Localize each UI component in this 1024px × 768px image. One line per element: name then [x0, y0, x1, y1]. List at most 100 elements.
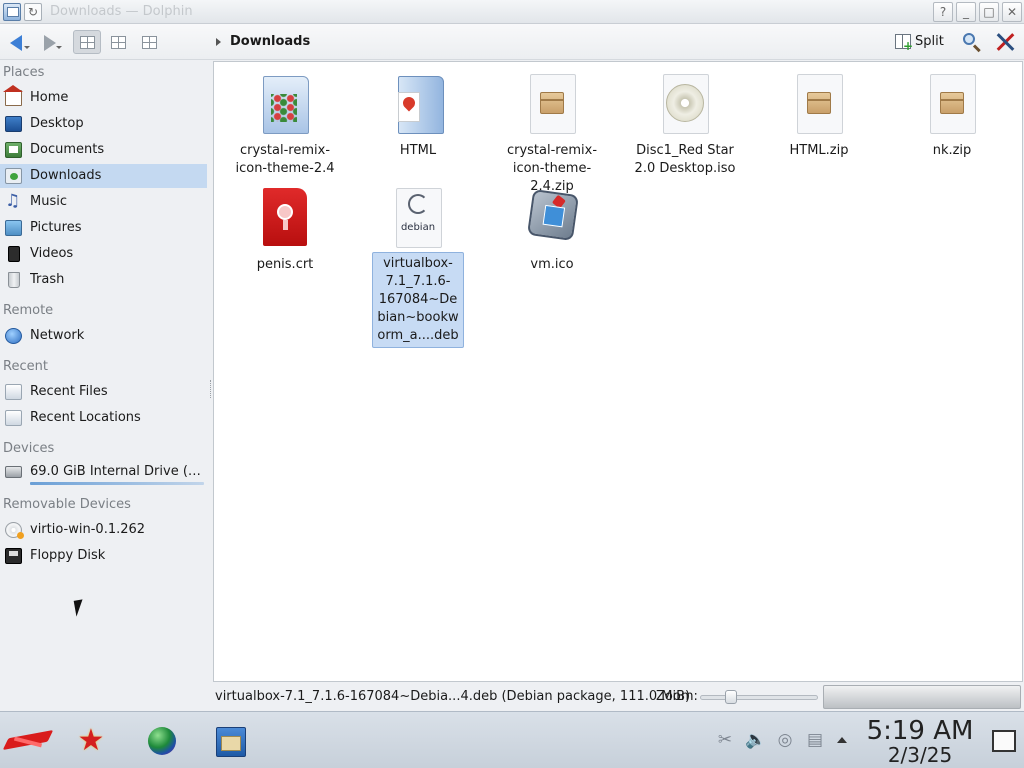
- remote-section-title: Remote: [3, 303, 54, 318]
- debian-package-icon: debian: [390, 188, 446, 248]
- optical-disc-icon: [5, 522, 24, 539]
- forward-dropdown-icon: [56, 46, 62, 49]
- minimize-button[interactable]: _: [956, 2, 976, 22]
- volume-icon[interactable]: 🔈: [745, 730, 766, 750]
- maximize-button[interactable]: □: [979, 2, 999, 22]
- file-item[interactable]: vm.ico: [485, 188, 619, 274]
- virtualbox-icon: [524, 188, 580, 248]
- close-button[interactable]: ✕: [1002, 2, 1022, 22]
- forward-button[interactable]: [40, 32, 62, 52]
- file-view[interactable]: crystal-remix-icon-theme-2.4 HTML crysta…: [213, 61, 1023, 682]
- zoom-slider-handle[interactable]: [725, 690, 737, 704]
- sidebar-item-music[interactable]: Music: [0, 190, 207, 214]
- toolbar: Downloads + Split: [0, 24, 1024, 60]
- recent-locations-icon: [5, 410, 22, 426]
- sidebar-item-label: Network: [30, 328, 85, 343]
- clock-date[interactable]: 2/3/25: [866, 743, 974, 767]
- sidebar-item-label: Music: [30, 194, 67, 209]
- drive-capacity-bar: [30, 482, 204, 485]
- on-all-desktops-icon[interactable]: ↻: [24, 3, 42, 21]
- devices-section-title: Devices: [3, 441, 55, 456]
- compact-view-icon: [111, 36, 126, 49]
- sidebar-item-label: Home: [30, 90, 69, 105]
- videos-icon: [8, 246, 20, 262]
- sidebar-item-pictures[interactable]: Pictures: [0, 216, 207, 240]
- zoom-slider[interactable]: [700, 695, 818, 700]
- sidebar-item-label: Desktop: [30, 116, 84, 131]
- show-desktop-button[interactable]: [992, 730, 1016, 752]
- app-menu-icon[interactable]: [3, 3, 21, 21]
- sidebar-item-label: Videos: [30, 246, 74, 261]
- clipboard-scissors-icon[interactable]: ✂: [715, 730, 735, 750]
- music-icon: [5, 191, 22, 211]
- window-title: Downloads — Dolphin: [50, 4, 193, 19]
- compact-view-button[interactable]: [104, 30, 132, 54]
- sidebar-item-desktop[interactable]: Desktop: [0, 112, 207, 136]
- sidebar-item-label: Recent Locations: [30, 410, 141, 425]
- breadcrumb[interactable]: Downloads: [230, 34, 310, 49]
- file-item-selected[interactable]: debian virtualbox-7.1_7.1.6-167084~Debia…: [351, 188, 485, 348]
- search-icon[interactable]: [962, 32, 982, 53]
- sidebar-item-label: Documents: [30, 142, 105, 157]
- tray-expand-icon[interactable]: [837, 737, 847, 743]
- removable-section-title: Removable Devices: [3, 497, 131, 512]
- file-item[interactable]: HTML.zip: [752, 74, 886, 160]
- browser-globe-icon[interactable]: [144, 724, 178, 758]
- sidebar-item-recent-files[interactable]: Recent Files: [0, 380, 207, 404]
- split-button[interactable]: + Split: [893, 31, 944, 53]
- back-button[interactable]: [8, 32, 30, 52]
- file-name: vm.ico: [530, 257, 574, 272]
- folder-icon: [390, 74, 446, 134]
- sidebar-item-trash[interactable]: Trash: [0, 268, 207, 292]
- network-tray-icon[interactable]: ◎: [775, 730, 795, 750]
- file-item[interactable]: Disc1_Red Star 2.0 Desktop.iso: [618, 74, 752, 178]
- details-view-icon: [142, 36, 157, 49]
- places-section-title: Places: [3, 65, 45, 80]
- file-item[interactable]: nk.zip: [885, 74, 1019, 160]
- recent-section-title: Recent: [3, 359, 48, 374]
- sidebar-item-floppy-disk[interactable]: Floppy Disk: [0, 544, 207, 568]
- file-name: virtualbox-7.1_7.1.6-167084~Debian~bookw…: [372, 252, 464, 348]
- free-space-bar: [823, 685, 1021, 709]
- hard-drive-icon: [5, 466, 22, 478]
- file-name: penis.crt: [256, 257, 314, 272]
- sidebar-item-internal-drive[interactable]: 69.0 GiB Internal Drive (sd...: [0, 460, 207, 485]
- file-name: HTML: [399, 143, 437, 158]
- network-icon: [5, 328, 22, 344]
- icons-view-button[interactable]: [73, 30, 101, 54]
- floppy-disk-icon: [5, 548, 22, 564]
- sidebar-item-label: virtio-win-0.1.262: [30, 522, 146, 537]
- red-star-icon[interactable]: ★: [74, 724, 108, 758]
- sidebar-item-downloads[interactable]: Downloads: [0, 164, 207, 188]
- file-item[interactable]: HTML: [351, 74, 485, 160]
- panel-splitter[interactable]: [210, 380, 212, 398]
- sidebar-item-recent-locations[interactable]: Recent Locations: [0, 406, 207, 430]
- file-name: nk.zip: [932, 143, 972, 158]
- breadcrumb-arrow-icon[interactable]: [216, 38, 221, 46]
- sidebar-item-home[interactable]: Home: [0, 85, 207, 110]
- start-menu-icon[interactable]: [6, 724, 40, 758]
- archive-icon: [791, 74, 847, 134]
- sidebar-item-videos[interactable]: Videos: [0, 242, 207, 266]
- recent-files-icon: [5, 384, 22, 400]
- file-item[interactable]: penis.crt: [218, 188, 352, 274]
- tools-menu-icon[interactable]: [994, 32, 1016, 52]
- file-item[interactable]: crystal-remix-icon-theme-2.4.zip: [485, 74, 619, 196]
- sidebar-item-label: Floppy Disk: [30, 548, 106, 563]
- archive-icon: [524, 74, 580, 134]
- forward-arrow-icon: [44, 35, 56, 51]
- zoom-label: Zoom:: [656, 689, 698, 704]
- details-view-button[interactable]: [135, 30, 163, 54]
- file-manager-icon[interactable]: [212, 724, 246, 758]
- home-icon: [3, 85, 23, 106]
- help-button[interactable]: ?: [933, 2, 953, 22]
- display-icon[interactable]: ▤: [805, 730, 825, 750]
- file-name: crystal-remix-icon-theme-2.4: [235, 143, 335, 176]
- disc-image-icon: [657, 74, 713, 134]
- file-item[interactable]: crystal-remix-icon-theme-2.4: [218, 74, 352, 178]
- sidebar-item-virtio-win[interactable]: virtio-win-0.1.262: [0, 518, 207, 542]
- sidebar-item-documents[interactable]: Documents: [0, 138, 207, 162]
- back-arrow-icon: [10, 35, 22, 51]
- sidebar-item-network[interactable]: Network: [0, 324, 207, 348]
- clock-time[interactable]: 5:19 AM: [866, 716, 974, 746]
